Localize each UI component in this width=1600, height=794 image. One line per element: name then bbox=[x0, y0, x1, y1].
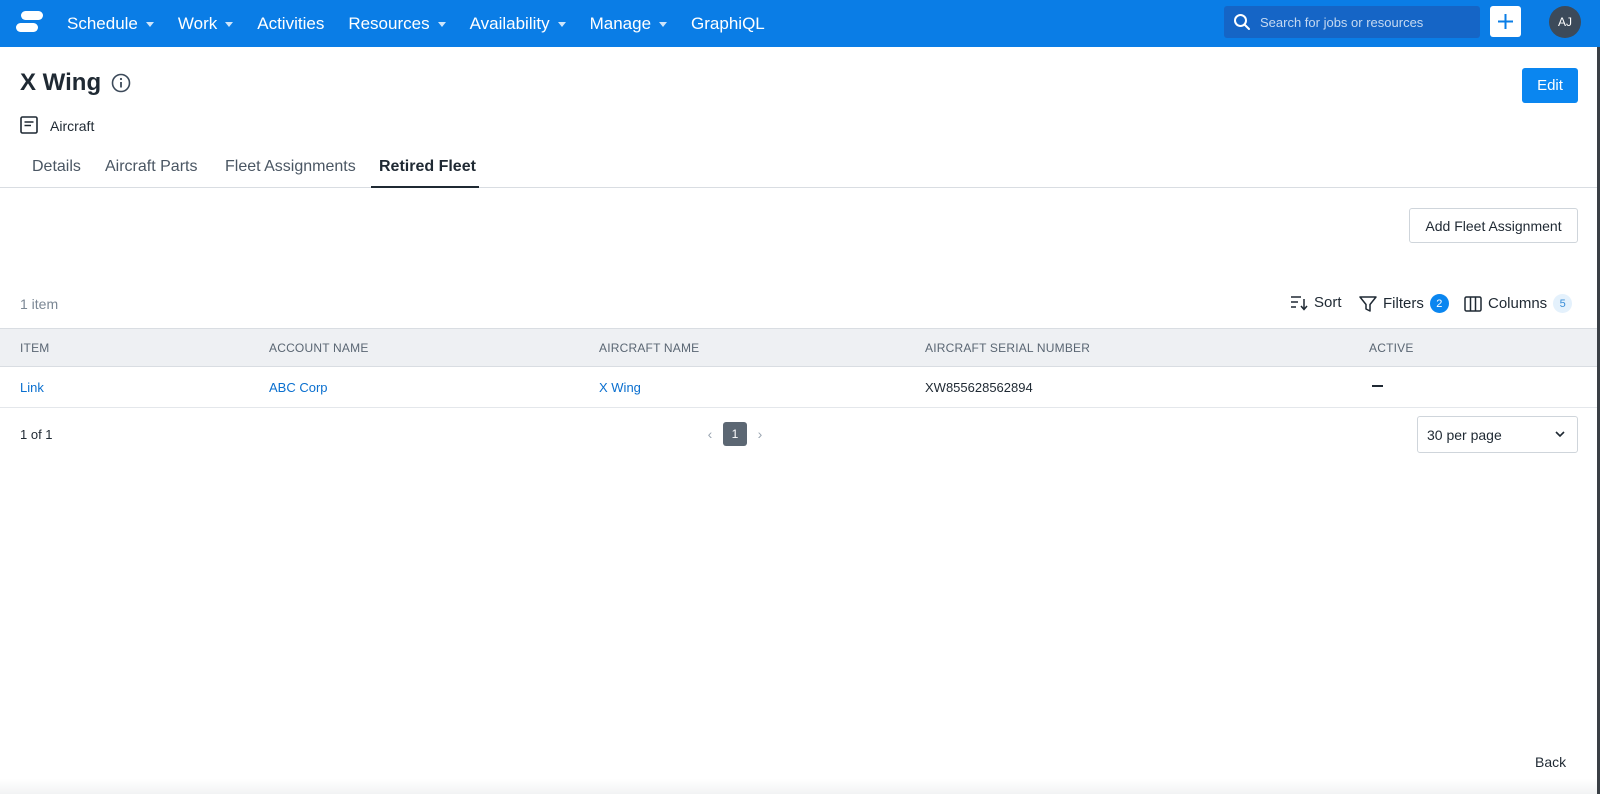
tab-aircraft-parts[interactable]: Aircraft Parts bbox=[105, 158, 197, 176]
search-input[interactable] bbox=[1260, 14, 1470, 30]
record-type-label: Aircraft bbox=[50, 118, 95, 134]
per-page-select[interactable]: 30 per page bbox=[1417, 416, 1578, 453]
nav-item-label: Work bbox=[177, 13, 218, 33]
column-header-aircraft-name[interactable]: AIRCRAFT NAME bbox=[599, 341, 699, 355]
caret-down-icon bbox=[659, 22, 668, 27]
nav-item-resources[interactable]: Resources bbox=[348, 13, 446, 34]
columns-icon bbox=[1464, 295, 1482, 312]
search-icon bbox=[1234, 14, 1250, 30]
chevron-left-icon[interactable]: ‹ bbox=[703, 426, 717, 442]
aircraft-name-link[interactable]: X Wing bbox=[599, 380, 641, 395]
page-number-button[interactable]: 1 bbox=[723, 422, 747, 446]
filters-button[interactable]: Filters 2 bbox=[1359, 294, 1449, 313]
add-fleet-assignment-button[interactable]: Add Fleet Assignment bbox=[1409, 208, 1578, 243]
nav-item-availability[interactable]: Availability bbox=[470, 14, 566, 34]
app-logo-icon[interactable] bbox=[15, 10, 45, 34]
columns-label: Columns bbox=[1488, 295, 1548, 312]
nav-item-label: GraphiQL bbox=[691, 13, 765, 33]
caret-down-icon bbox=[225, 22, 234, 27]
active-tab-indicator bbox=[371, 186, 479, 188]
active-empty-dash bbox=[1372, 385, 1383, 387]
nav-item-label: Schedule bbox=[67, 13, 138, 33]
caret-down-icon bbox=[437, 22, 446, 27]
page-of-label: 1 of 1 bbox=[20, 427, 53, 442]
plus-icon bbox=[1498, 14, 1513, 29]
per-page-value: 30 per page bbox=[1427, 426, 1502, 443]
main-nav: Schedule Work Activities Resources Avail… bbox=[67, 0, 789, 47]
chevron-right-icon[interactable]: › bbox=[753, 426, 767, 442]
nav-item-label: Activities bbox=[257, 13, 325, 33]
item-count: 1 item bbox=[20, 296, 59, 312]
filter-icon bbox=[1359, 295, 1377, 312]
top-nav-bar: Schedule Work Activities Resources Avail… bbox=[0, 0, 1600, 47]
edit-button[interactable]: Edit bbox=[1522, 68, 1578, 103]
account-name-link[interactable]: ABC Corp bbox=[269, 380, 328, 395]
column-header-item[interactable]: ITEM bbox=[20, 341, 49, 355]
tab-fleet-assignments[interactable]: Fleet Assignments bbox=[225, 158, 356, 176]
create-new-button[interactable] bbox=[1490, 6, 1521, 37]
table-row: Link ABC Corp X Wing XW855628562894 bbox=[0, 367, 1600, 408]
back-link[interactable]: Back bbox=[1535, 754, 1566, 770]
aircraft-serial-number: XW855628562894 bbox=[925, 380, 1033, 395]
filters-count-badge: 2 bbox=[1429, 294, 1449, 313]
nav-item-schedule[interactable]: Schedule bbox=[67, 14, 154, 34]
columns-button[interactable]: Columns 5 bbox=[1464, 294, 1573, 313]
nav-item-label: Resources bbox=[348, 13, 430, 33]
pagination-controls: ‹ 1 › bbox=[703, 422, 767, 446]
page-title: X Wing bbox=[20, 69, 102, 96]
tab-details[interactable]: Details bbox=[32, 158, 81, 176]
bottom-shadow bbox=[0, 779, 1600, 794]
table-header: ITEM ACCOUNT NAME AIRCRAFT NAME AIRCRAFT… bbox=[0, 328, 1600, 367]
nav-item-graphiql[interactable]: GraphiQL bbox=[691, 14, 765, 34]
column-header-account-name[interactable]: ACCOUNT NAME bbox=[269, 341, 369, 355]
column-header-active[interactable]: ACTIVE bbox=[1369, 341, 1414, 355]
info-icon[interactable] bbox=[111, 73, 131, 93]
item-link[interactable]: Link bbox=[20, 380, 44, 395]
column-header-aircraft-serial-number[interactable]: AIRCRAFT SERIAL NUMBER bbox=[925, 341, 1090, 355]
nav-item-work[interactable]: Work bbox=[177, 13, 234, 34]
sort-label: Sort bbox=[1314, 294, 1342, 311]
nav-item-label: Manage bbox=[589, 13, 652, 33]
nav-item-activities[interactable]: Activities bbox=[257, 14, 324, 34]
sort-button[interactable]: Sort bbox=[1290, 294, 1342, 311]
nav-item-manage[interactable]: Manage bbox=[589, 13, 668, 34]
tab-bar: Details Aircraft Parts Fleet Assignments… bbox=[0, 150, 1600, 188]
document-icon bbox=[20, 116, 38, 134]
sort-icon bbox=[1291, 295, 1308, 311]
caret-down-icon bbox=[557, 22, 566, 27]
user-avatar[interactable]: AJ bbox=[1549, 6, 1581, 38]
columns-count-badge: 5 bbox=[1553, 294, 1573, 313]
caret-down-icon bbox=[145, 22, 154, 27]
tab-retired-fleet[interactable]: Retired Fleet bbox=[379, 158, 476, 176]
global-search bbox=[1224, 6, 1480, 38]
filters-label: Filters bbox=[1383, 295, 1424, 312]
nav-item-label: Availability bbox=[469, 13, 550, 33]
chevron-down-icon bbox=[1555, 431, 1565, 438]
